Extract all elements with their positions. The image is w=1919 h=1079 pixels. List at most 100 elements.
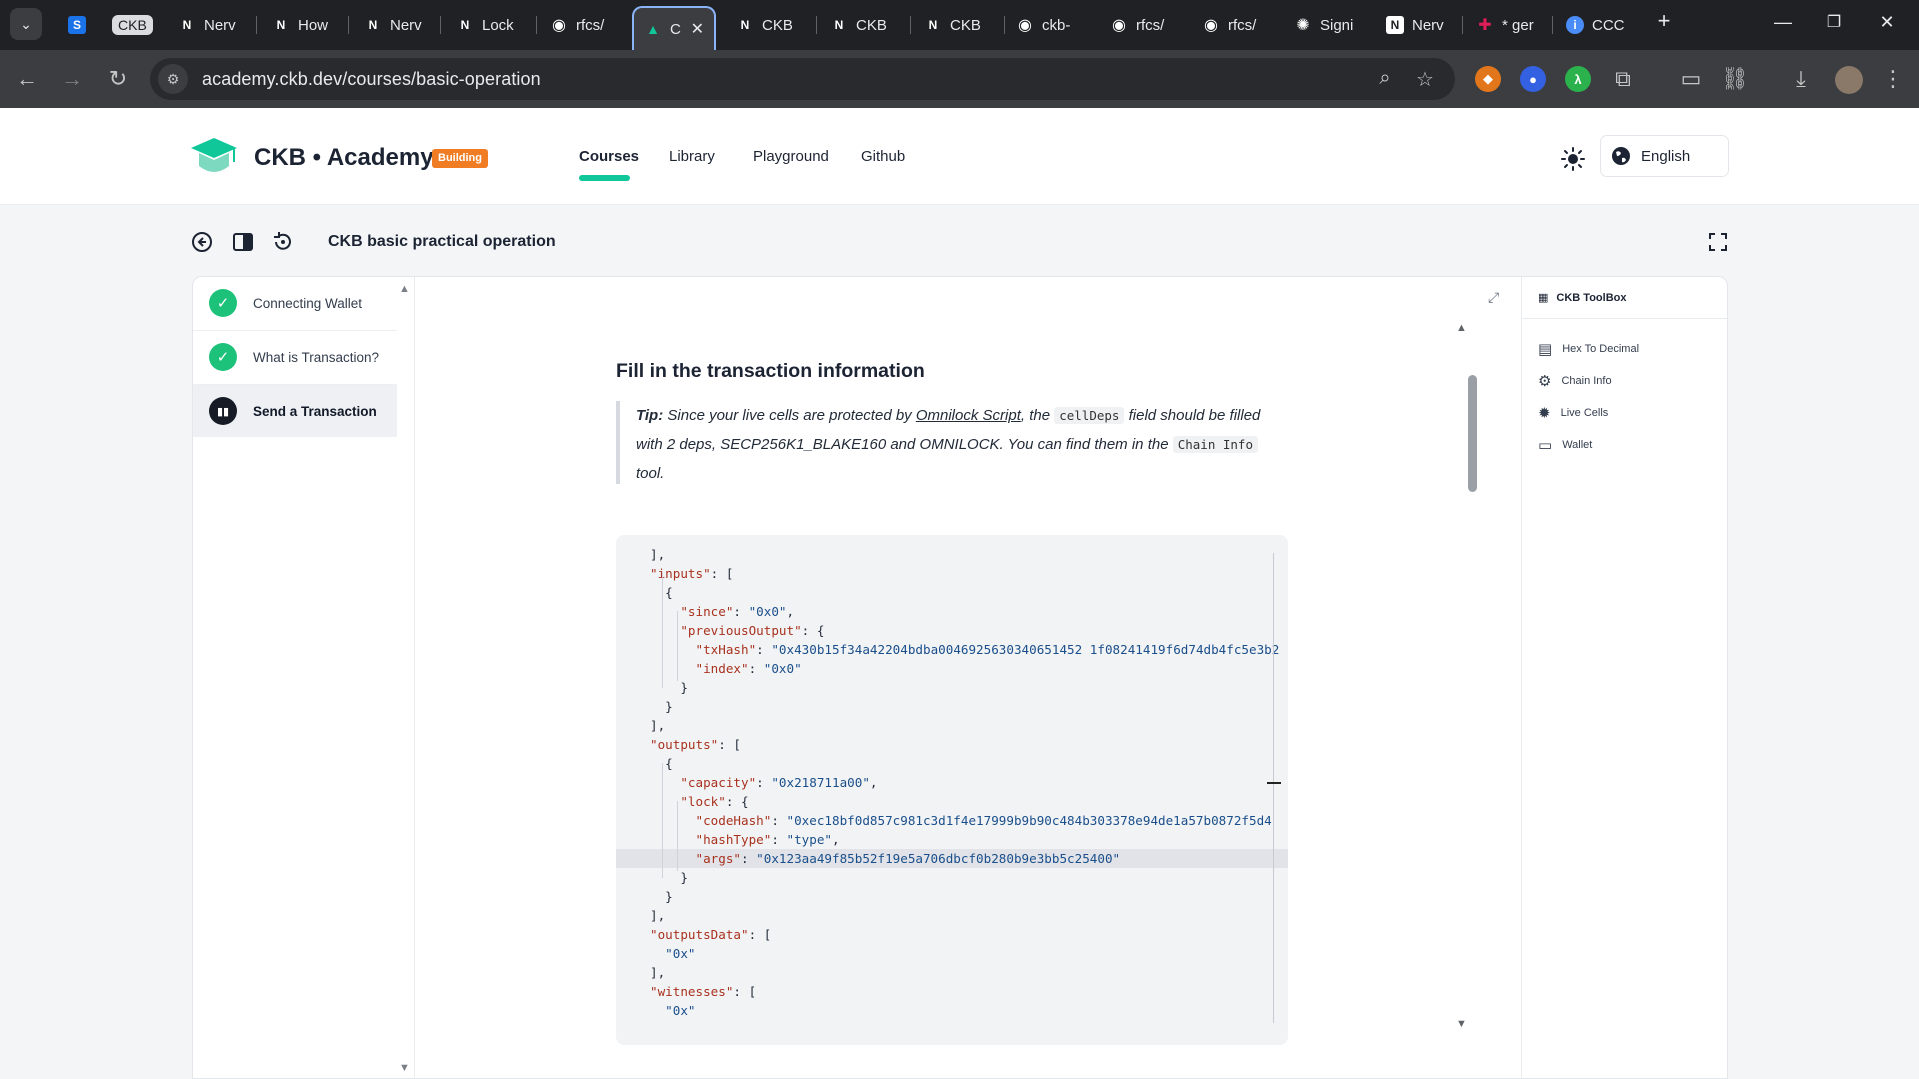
content-scroll-thumb[interactable]	[1468, 375, 1477, 492]
extension-circle-icon[interactable]: ●	[1520, 66, 1546, 92]
tab-11[interactable]: ◉ ckb-	[1006, 8, 1096, 42]
forward-button[interactable]: →	[57, 64, 87, 94]
tool-wallet[interactable]: ▭ Wallet	[1538, 435, 1592, 455]
nav-github[interactable]: Github	[861, 148, 905, 165]
tool-chain-info[interactable]: ⚙ Chain Info	[1538, 371, 1612, 391]
tab-8[interactable]: N CKB	[726, 8, 810, 42]
code-line[interactable]: "witnesses": [	[616, 982, 1288, 1001]
code-line[interactable]: "0x"	[616, 1001, 1288, 1020]
nav-courses[interactable]: Courses	[579, 148, 639, 165]
close-tab-icon[interactable]: ✕	[691, 19, 704, 39]
expand-icon[interactable]: ⤢	[1488, 289, 1499, 306]
sidebar-scroll-down-icon[interactable]: ▼	[399, 1062, 410, 1074]
tab-6[interactable]: ◉ rfcs/	[540, 8, 624, 42]
address-bar[interactable]: ⚙ academy.ckb.dev/courses/basic-operatio…	[150, 58, 1455, 100]
new-tab-button[interactable]: +	[1650, 8, 1678, 34]
code-line[interactable]: "args": "0x123aa49f85b52f19e5a706dbcf0b2…	[616, 849, 1288, 868]
scroll-down-icon[interactable]: ▼	[1456, 1018, 1467, 1030]
code-line[interactable]: ],	[616, 963, 1288, 982]
scroll-up-icon[interactable]: ▲	[1456, 322, 1467, 334]
menu-kebab-icon[interactable]: ⋮	[1878, 64, 1908, 94]
back-button[interactable]: ←	[12, 64, 42, 94]
extensions-puzzle-icon[interactable]: ⧉	[1608, 64, 1638, 94]
code-line[interactable]: }	[616, 868, 1288, 887]
code-line[interactable]: "capacity": "0x218711a00",	[616, 773, 1288, 792]
slack-icon: ✚	[1478, 17, 1492, 34]
tool-hex-to-decimal[interactable]: ▤ Hex To Decimal	[1538, 339, 1639, 359]
code-editor[interactable]: "0x" "witnesses": [], "0x" "outputsData": …	[616, 535, 1288, 1045]
tab-active-academy[interactable]: ▲ C ✕	[632, 6, 716, 50]
reload-button[interactable]: ↻	[103, 64, 133, 94]
tab-s-app[interactable]: S	[58, 8, 94, 42]
profile-avatar[interactable]	[1835, 66, 1863, 94]
content-scrollbar[interactable]: ▲ ▼	[1456, 322, 1468, 1032]
extension-green-icon[interactable]: λ	[1565, 66, 1591, 92]
tab-2[interactable]: N Nerv	[168, 8, 246, 42]
link-icon[interactable]: ⛓	[1720, 64, 1750, 94]
back-circle-icon[interactable]	[190, 230, 214, 254]
tab-separator	[256, 16, 257, 34]
nav-library[interactable]: Library	[669, 148, 715, 165]
url-text[interactable]: academy.ckb.dev/courses/basic-operation	[202, 69, 541, 90]
metamask-icon[interactable]: ◆	[1475, 66, 1501, 92]
close-window-button[interactable]: ✕	[1873, 12, 1901, 33]
academy-logo-icon[interactable]	[190, 136, 238, 178]
step-send-transaction[interactable]: ▮▮ Send a Transaction	[193, 385, 397, 437]
code-line[interactable]: ],	[616, 716, 1288, 735]
tab-14[interactable]: ✺ Signi	[1284, 8, 1372, 42]
download-icon[interactable]: ⤓	[1786, 64, 1816, 94]
tool-live-cells[interactable]: ✹ Live Cells	[1538, 403, 1608, 423]
code-line[interactable]: {	[616, 754, 1288, 773]
site-brand[interactable]: CKB • Academy	[254, 144, 434, 172]
tab-search-button[interactable]: ⌄	[10, 8, 42, 40]
step-connecting-wallet[interactable]: ✓ Connecting Wallet	[193, 277, 397, 329]
tab-12[interactable]: ◉ rfcs/	[1100, 8, 1188, 42]
code-line[interactable]: "codeHash": "0xec18bf0d857c981c3d1f4e179…	[616, 811, 1288, 830]
nav-playground[interactable]: Playground	[753, 148, 829, 165]
code-line[interactable]: ],	[616, 545, 1288, 564]
tab-10[interactable]: N CKB	[914, 8, 998, 42]
sidebar-toggle-icon[interactable]	[231, 230, 255, 254]
site-info-icon[interactable]: ⚙	[158, 64, 188, 94]
tab-15[interactable]: N Nerv	[1376, 8, 1464, 42]
tab-16[interactable]: ✚ * ger	[1466, 8, 1554, 42]
fullscreen-icon[interactable]	[1706, 230, 1730, 254]
step-what-is-transaction[interactable]: ✓ What is Transaction?	[193, 331, 397, 383]
code-line[interactable]: "txHash": "0x430b15f34a42204bdba00469256…	[616, 640, 1288, 659]
restore-button[interactable]: ❐	[1820, 12, 1848, 32]
reading-mode-icon[interactable]: ▭	[1676, 64, 1706, 94]
bookmark-star-icon[interactable]: ☆	[1412, 67, 1438, 92]
code-line[interactable]: "previousOutput": {	[616, 621, 1288, 640]
tab-group-chip: CKB	[112, 15, 153, 35]
indent-guide	[662, 573, 663, 688]
tab-ckb-chip[interactable]: CKB	[108, 8, 156, 42]
tab-9[interactable]: N CKB	[820, 8, 904, 42]
code-line[interactable]: {	[616, 583, 1288, 602]
code-line[interactable]: }	[616, 887, 1288, 906]
code-line[interactable]: ],	[616, 906, 1288, 925]
code-line[interactable]: "outputs": [	[616, 735, 1288, 754]
tab-4[interactable]: N Nerv	[354, 8, 434, 42]
code-line[interactable]: "since": "0x0",	[616, 602, 1288, 621]
tab-17[interactable]: i CCC	[1556, 8, 1644, 42]
zoom-icon[interactable]: ⌕	[1372, 67, 1398, 90]
code-line[interactable]: "0x"	[616, 944, 1288, 963]
code-line[interactable]: "hashType": "type",	[616, 830, 1288, 849]
code-scroll-track[interactable]	[1273, 553, 1274, 1023]
sun-theme-icon[interactable]	[1560, 146, 1586, 172]
code-line[interactable]: }	[616, 678, 1288, 697]
code-line[interactable]: "lock": {	[616, 792, 1288, 811]
tab-3[interactable]: N How	[262, 8, 340, 42]
code-line[interactable]: "outputsData": [	[616, 925, 1288, 944]
code-line[interactable]: }	[616, 697, 1288, 716]
tab-13[interactable]: ◉ rfcs/	[1192, 8, 1280, 42]
minimize-button[interactable]: —	[1769, 12, 1797, 33]
sidebar-scroll-up-icon[interactable]: ▲	[399, 283, 410, 295]
code-line[interactable]: "index": "0x0"	[616, 659, 1288, 678]
language-selector[interactable]: English	[1600, 135, 1729, 177]
tab-5[interactable]: N Lock	[446, 8, 530, 42]
omnilock-script-link[interactable]: Omnilock Script	[916, 407, 1021, 424]
building-badge: Building	[432, 149, 488, 168]
code-line[interactable]: "inputs": [	[616, 564, 1288, 583]
reset-icon[interactable]	[271, 230, 295, 254]
